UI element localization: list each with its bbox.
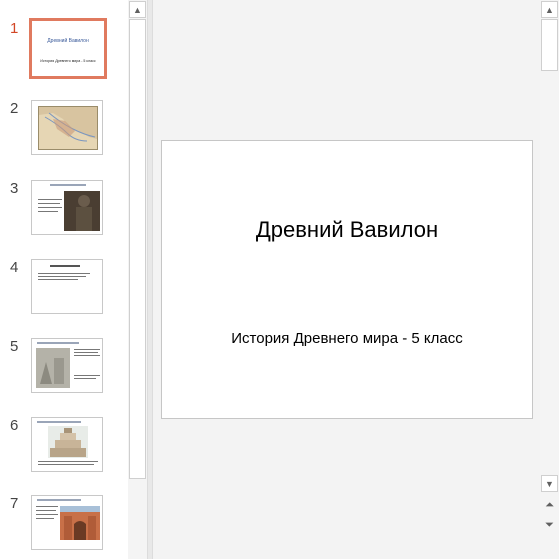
- text-line: [74, 378, 96, 379]
- text-line: [36, 510, 56, 511]
- slide-thumbnail-6[interactable]: [31, 417, 103, 472]
- slide-scroll-thumb[interactable]: [541, 19, 558, 71]
- slide-number-7: 7: [10, 495, 19, 512]
- text-line: [38, 273, 90, 274]
- ziggurat-drawing: [48, 426, 88, 458]
- slide-number-3: 3: [10, 180, 19, 197]
- slide-number-6: 6: [10, 417, 19, 434]
- slide-number-4: 4: [10, 259, 19, 276]
- text-line: [74, 375, 100, 376]
- statue-drawing: [64, 191, 100, 231]
- text-line: [38, 211, 58, 212]
- map-drawing: [39, 112, 97, 149]
- text-line: [38, 276, 86, 277]
- relief-drawing: [36, 348, 70, 388]
- text-line: [74, 355, 100, 356]
- slide-number-5: 5: [10, 338, 19, 355]
- double-chevron-up-icon: ⏶: [545, 499, 554, 511]
- text-line: [36, 518, 54, 519]
- thumbnail-scroll-thumb[interactable]: [129, 19, 146, 479]
- previous-slide-button[interactable]: ⏶: [541, 497, 558, 514]
- thumbnail-1-title: Древний Вавилон: [47, 38, 89, 44]
- text-line: [38, 207, 62, 208]
- text-line: [74, 349, 100, 350]
- slide-thumbnail-pane: 1 Древний Вавилон История Древнего мира …: [0, 0, 128, 559]
- slide-thumbnail-5[interactable]: [31, 338, 103, 393]
- slide-title[interactable]: Древний Вавилон: [162, 217, 532, 243]
- thumbnail-1-subtitle: История Древнего мира - 5 класс: [40, 59, 96, 63]
- text-line: [38, 464, 94, 465]
- map-image: [38, 106, 98, 150]
- slide-scroll-up-button[interactable]: ▲: [541, 1, 558, 18]
- text-line: [38, 279, 78, 280]
- thumbnail-scroll-up-button[interactable]: ▲: [129, 1, 146, 18]
- slide-number-1: 1: [10, 20, 19, 37]
- statue-image: [64, 191, 100, 231]
- slide-thumbnail-7[interactable]: [31, 495, 103, 550]
- text-line: [38, 203, 60, 204]
- text-line: [74, 352, 98, 353]
- chevron-down-icon: ▼: [545, 478, 554, 489]
- gate-drawing: [60, 506, 100, 540]
- thumbnail-5-heading: [37, 342, 79, 344]
- slide-thumbnail-1[interactable]: Древний Вавилон История Древнего мира - …: [29, 18, 107, 79]
- slide-thumbnail-3[interactable]: [31, 180, 103, 235]
- thumbnail-6-heading: [37, 421, 81, 423]
- slide-scroll-down-button[interactable]: ▼: [541, 475, 558, 492]
- text-line: [38, 199, 62, 200]
- slide-scrollbar[interactable]: ▲ ▼ ⏶ ⏷: [540, 0, 559, 559]
- text-line: [38, 461, 98, 462]
- next-slide-button[interactable]: ⏷: [541, 517, 558, 534]
- slide-thumbnail-2[interactable]: [31, 100, 103, 155]
- thumbnail-scrollbar[interactable]: ▲: [128, 0, 147, 559]
- chevron-up-icon: ▲: [133, 4, 142, 15]
- thumbnail-3-heading: [50, 184, 86, 186]
- double-chevron-down-icon: ⏷: [545, 519, 554, 531]
- chevron-up-icon: ▲: [545, 4, 554, 15]
- slide-subtitle[interactable]: История Древнего мира - 5 класс: [162, 330, 532, 347]
- current-slide[interactable]: Древний Вавилон История Древнего мира - …: [161, 140, 533, 419]
- text-line: [36, 514, 58, 515]
- slide-thumbnail-4[interactable]: [31, 259, 103, 314]
- slide-number-2: 2: [10, 100, 19, 117]
- ziggurat-image: [48, 426, 88, 458]
- thumbnail-7-heading: [37, 499, 81, 501]
- relief-image: [36, 348, 70, 388]
- thumbnail-4-heading: [50, 265, 80, 267]
- text-line: [36, 506, 58, 507]
- gate-image: [60, 506, 100, 540]
